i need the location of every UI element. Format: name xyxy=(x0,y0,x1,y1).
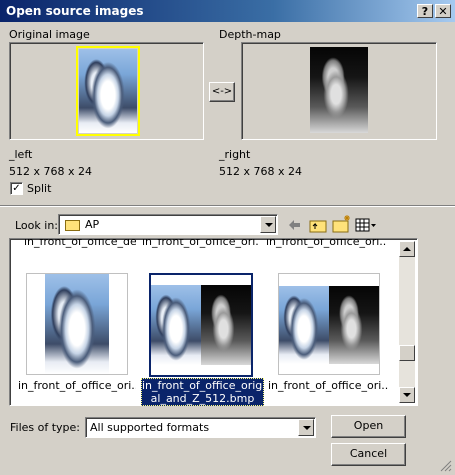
scroll-up-button[interactable] xyxy=(399,241,415,257)
depth-map-preview[interactable] xyxy=(241,42,437,140)
left-image-name: _left xyxy=(9,148,33,161)
depth-map-thumbnail xyxy=(310,47,368,133)
checkmark-icon: ✓ xyxy=(12,183,21,194)
files-of-type-label: Files of type: xyxy=(10,421,81,434)
right-image-info: 512 x 768 x 24 xyxy=(219,165,302,178)
files-of-type-dropdown[interactable]: All supported formats xyxy=(85,417,316,438)
split-label[interactable]: Split xyxy=(27,182,51,195)
list-item[interactable] xyxy=(278,273,380,375)
list-item-label[interactable]: in_front_of_office_ori... xyxy=(268,379,388,392)
original-image-label: Original image xyxy=(9,28,90,41)
help-icon: ? xyxy=(421,5,429,18)
list-item-top-2[interactable]: in_front_of_office_ori... xyxy=(142,239,259,249)
file-list[interactable]: in_front_of_office_de... in_front_of_off… xyxy=(9,238,418,406)
depth-map-label: Depth-map xyxy=(219,28,281,41)
section-divider xyxy=(0,205,455,207)
up-folder-icon[interactable] xyxy=(309,216,327,234)
swap-button-label: <-> xyxy=(211,86,233,97)
help-button[interactable]: ? xyxy=(417,4,433,18)
files-of-type-value: All supported formats xyxy=(90,421,210,434)
cancel-button[interactable]: Cancel xyxy=(331,443,406,466)
open-button[interactable]: Open xyxy=(331,415,406,438)
file-thumbnail-right xyxy=(201,285,251,365)
open-button-label: Open xyxy=(353,419,384,432)
title-bar[interactable]: Open source images xyxy=(0,0,455,22)
chevron-down-icon[interactable] xyxy=(260,216,276,233)
file-thumbnail-right xyxy=(329,286,379,364)
close-button[interactable]: ✕ xyxy=(435,4,451,18)
preview-highlight-frame xyxy=(76,46,140,136)
swap-button[interactable]: <-> xyxy=(209,82,235,102)
folder-icon xyxy=(65,220,80,231)
new-folder-icon[interactable] xyxy=(332,214,352,234)
close-icon: ✕ xyxy=(438,5,448,18)
chevron-down-icon[interactable] xyxy=(298,419,314,436)
look-in-dropdown[interactable]: AP xyxy=(58,214,278,235)
original-thumbnail xyxy=(79,49,137,133)
cancel-button-label: Cancel xyxy=(349,447,388,460)
window-title: Open source images xyxy=(6,4,144,18)
left-image-info: 512 x 768 x 24 xyxy=(9,165,92,178)
file-thumbnail-left xyxy=(151,285,201,365)
split-checkbox[interactable]: ✓ xyxy=(10,182,23,195)
list-item[interactable] xyxy=(26,273,128,375)
list-item-top-3[interactable]: in_front_of_office_ori... xyxy=(266,239,386,249)
scroll-down-button[interactable] xyxy=(399,387,415,403)
look-in-value: AP xyxy=(85,218,100,231)
back-arrow-icon[interactable] xyxy=(286,217,302,233)
view-menu-icon[interactable] xyxy=(355,217,377,233)
list-item-selected[interactable] xyxy=(149,273,253,377)
original-image-preview[interactable] xyxy=(9,42,204,140)
resize-grip-icon[interactable] xyxy=(440,460,452,472)
scroll-thumb[interactable] xyxy=(399,345,415,361)
file-thumbnail-left xyxy=(279,286,329,364)
selected-item-label[interactable]: in_front_of_office_origin al_and_Z_512.b… xyxy=(141,378,264,406)
look-in-label: Look in: xyxy=(15,219,58,232)
right-image-name: _right xyxy=(219,148,251,161)
list-item-top-1[interactable]: in_front_of_office_de... xyxy=(24,239,136,249)
file-thumbnail xyxy=(45,274,109,374)
vertical-scrollbar[interactable] xyxy=(399,241,415,403)
list-item-label[interactable]: in_front_of_office_ori... xyxy=(18,379,136,392)
